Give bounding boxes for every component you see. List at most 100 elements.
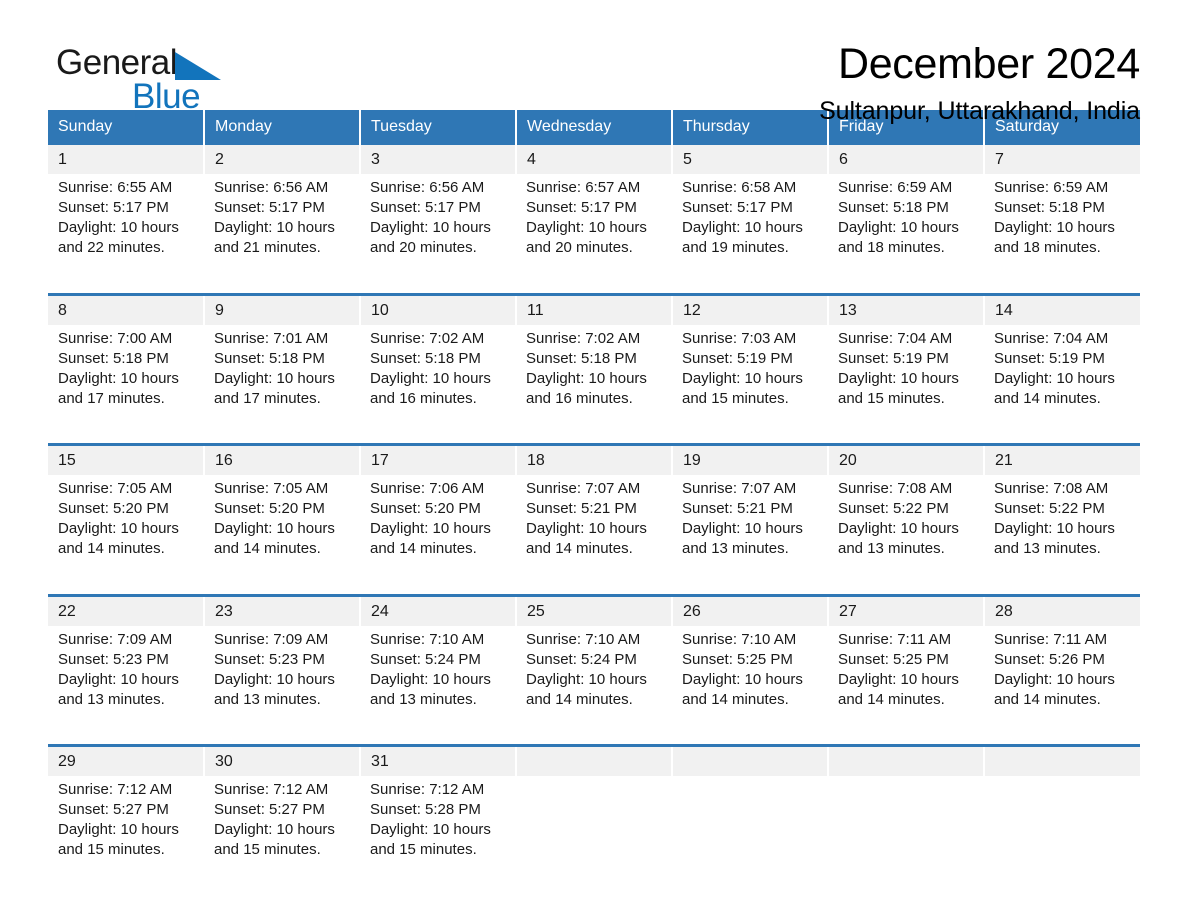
sunset-text: Sunset: 5:17 PM [214,199,325,216]
day-number-cell[interactable]: 26 [672,593,829,626]
week-separator [48,731,1140,746]
day-detail-cell: Sunrise: 7:10 AM Sunset: 5:24 PM Dayligh… [516,625,672,732]
day-number-cell-empty [516,744,673,776]
day-detail-cell: Sunrise: 7:09 AM Sunset: 5:23 PM Dayligh… [204,625,360,732]
day-number-cell[interactable]: 5 [672,145,829,174]
daylight-text-line2: and 14 minutes. [526,540,633,557]
sunset-text: Sunset: 5:18 PM [370,349,481,367]
day-detail-cell: Sunrise: 7:03 AM Sunset: 5:19 PM Dayligh… [672,324,828,431]
sunset-text: Sunset: 5:28 PM [370,801,481,818]
daylight-text-line2: and 15 minutes. [370,841,477,858]
day-number-cell[interactable]: 23 [204,593,361,626]
day-number-cell[interactable]: 14 [984,292,1140,325]
day-number-cell[interactable]: 29 [48,744,205,776]
daylight-text-line2: and 16 minutes. [526,389,633,407]
day-number-cell[interactable]: 8 [48,292,205,325]
daylight-text-line1: Daylight: 10 hours [526,670,647,688]
sunset-text: Sunset: 5:25 PM [838,650,949,668]
sunrise-text: Sunrise: 7:09 AM [58,630,173,648]
daylight-text-line2: and 18 minutes. [994,239,1101,256]
sunrise-text: Sunrise: 7:06 AM [370,480,485,497]
day-number-cell[interactable]: 18 [516,443,673,475]
day-number-cell[interactable]: 12 [672,292,829,325]
day-number-cell[interactable]: 9 [204,292,361,325]
sunset-text: Sunset: 5:17 PM [58,199,169,216]
sunrise-text: Sunrise: 7:12 AM [370,781,485,798]
daylight-text-line2: and 13 minutes. [370,690,477,708]
day-number-cell[interactable]: 21 [984,443,1140,475]
daylight-text-line1: Daylight: 10 hours [214,821,335,838]
week-1-detail-row: Sunrise: 6:55 AM Sunset: 5:17 PM Dayligh… [48,174,1140,280]
day-detail-cell: Sunrise: 6:56 AM Sunset: 5:17 PM Dayligh… [204,174,360,280]
daylight-text-line2: and 15 minutes. [214,841,321,858]
day-detail-cell: Sunrise: 7:09 AM Sunset: 5:23 PM Dayligh… [48,625,204,732]
day-number-cell[interactable]: 19 [672,443,829,475]
day-detail-cell-empty [516,776,672,882]
page-title: December 2024 [837,40,1140,88]
daylight-text-line2: and 14 minutes. [370,540,477,557]
daylight-text-line2: and 22 minutes. [58,239,165,256]
day-number-cell[interactable]: 6 [828,145,985,174]
sunset-text: Sunset: 5:19 PM [682,349,793,367]
sunrise-text: Sunrise: 7:07 AM [682,480,797,497]
day-number-cell[interactable]: 27 [828,593,985,626]
day-number-cell[interactable]: 7 [984,145,1140,174]
day-detail-cell: Sunrise: 7:07 AM Sunset: 5:21 PM Dayligh… [672,475,828,581]
day-number-cell[interactable]: 4 [516,145,673,174]
sunset-text: Sunset: 5:21 PM [682,500,793,517]
daylight-text-line1: Daylight: 10 hours [58,520,179,537]
week-1-date-row: 1 2 3 4 5 6 7 [48,145,1140,174]
day-number-cell[interactable]: 20 [828,443,985,475]
day-detail-cell: Sunrise: 7:12 AM Sunset: 5:27 PM Dayligh… [204,776,360,882]
day-number-cell[interactable]: 10 [360,292,517,325]
day-number-cell[interactable]: 25 [516,593,673,626]
logo-triangle-icon [175,52,222,80]
week-4-detail-row: Sunrise: 7:09 AM Sunset: 5:23 PM Dayligh… [48,625,1140,732]
sunrise-text: Sunrise: 7:10 AM [682,630,797,648]
sunset-text: Sunset: 5:17 PM [370,199,481,216]
day-number-cell[interactable]: 11 [516,292,673,325]
daylight-text-line2: and 14 minutes. [214,540,321,557]
sunrise-text: Sunrise: 7:12 AM [214,781,329,798]
sunset-text: Sunset: 5:19 PM [838,349,949,367]
day-detail-cell: Sunrise: 7:11 AM Sunset: 5:25 PM Dayligh… [828,625,984,732]
day-number-cell[interactable]: 13 [828,292,985,325]
daylight-text-line2: and 13 minutes. [838,540,945,557]
day-number-cell[interactable]: 15 [48,443,205,475]
week-5-date-row: 29 30 31 [48,744,1140,776]
day-detail-cell: Sunrise: 7:06 AM Sunset: 5:20 PM Dayligh… [360,475,516,581]
day-detail-cell: Sunrise: 7:07 AM Sunset: 5:21 PM Dayligh… [516,475,672,581]
day-detail-cell: Sunrise: 6:59 AM Sunset: 5:18 PM Dayligh… [828,174,984,280]
daylight-text-line2: and 20 minutes. [526,239,633,256]
day-number-cell[interactable]: 22 [48,593,205,626]
daylight-text-line2: and 21 minutes. [214,239,321,256]
day-number-cell[interactable]: 28 [984,593,1140,626]
day-detail-cell-empty [984,776,1140,882]
sunrise-text: Sunrise: 7:08 AM [838,480,953,497]
daylight-text-line2: and 15 minutes. [58,841,165,858]
week-separator [48,280,1140,294]
day-number-cell[interactable]: 3 [360,145,517,174]
sunrise-text: Sunrise: 7:11 AM [994,630,1108,648]
day-number-cell[interactable]: 2 [204,145,361,174]
sunset-text: Sunset: 5:19 PM [994,349,1105,367]
sunrise-text: Sunrise: 7:05 AM [214,480,329,497]
daylight-text-line1: Daylight: 10 hours [370,520,491,537]
generalblue-logo[interactable]: General Blue [56,44,356,124]
daylight-text-line2: and 13 minutes. [682,540,789,557]
day-number-cell[interactable]: 17 [360,443,517,475]
sunset-text: Sunset: 5:17 PM [526,199,637,216]
daylight-text-line1: Daylight: 10 hours [58,219,179,236]
sunset-text: Sunset: 5:22 PM [994,500,1105,517]
day-number-cell[interactable]: 30 [204,744,361,776]
day-number-cell[interactable]: 16 [204,443,361,475]
daylight-text-line1: Daylight: 10 hours [58,670,179,688]
day-number-cell[interactable]: 1 [48,145,205,174]
day-number-cell[interactable]: 31 [360,744,517,776]
daylight-text-line1: Daylight: 10 hours [838,670,959,688]
daylight-text-line1: Daylight: 10 hours [838,520,959,537]
sunrise-text: Sunrise: 7:08 AM [994,480,1109,497]
sunrise-text: Sunrise: 7:07 AM [526,480,641,497]
daylight-text-line1: Daylight: 10 hours [58,369,179,387]
day-number-cell[interactable]: 24 [360,593,517,626]
